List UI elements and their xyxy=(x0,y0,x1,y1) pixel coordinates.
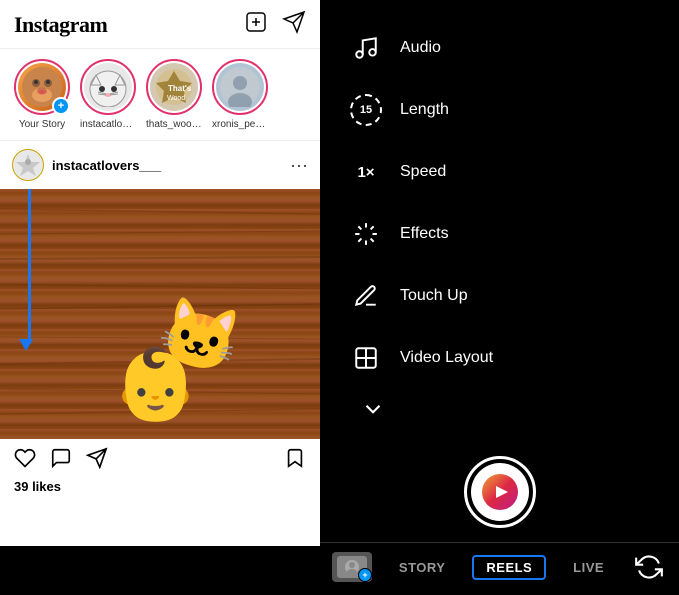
post-avatar xyxy=(12,149,44,181)
touchup-control[interactable]: Touch Up xyxy=(340,268,679,324)
top-bar: Instagram xyxy=(0,0,320,49)
share-button[interactable] xyxy=(86,447,108,475)
avatar xyxy=(216,63,264,111)
record-button[interactable] xyxy=(464,456,536,528)
speed-value: 1× xyxy=(357,164,374,181)
story-label: xronis_pegk_... xyxy=(212,119,268,130)
length-value: 15 xyxy=(350,94,382,126)
tab-story[interactable]: STORY xyxy=(391,556,454,579)
story-add-button[interactable]: + xyxy=(52,97,70,115)
reels-panel: Audio 15 Length 1× Speed Ef xyxy=(320,0,679,546)
length-icon: 15 xyxy=(348,92,384,128)
audio-label: Audio xyxy=(400,39,441,57)
like-button[interactable] xyxy=(14,447,36,475)
svg-text:Wood: Wood xyxy=(167,95,185,102)
length-control[interactable]: 15 Length xyxy=(340,82,679,138)
audio-control[interactable]: Audio xyxy=(340,20,679,76)
comment-button[interactable] xyxy=(50,447,72,475)
touchup-icon xyxy=(348,278,384,314)
avatar xyxy=(84,63,132,111)
effects-control[interactable]: Effects xyxy=(340,206,679,262)
likes-count: 39 likes xyxy=(0,479,320,494)
speed-icon: 1× xyxy=(348,154,384,190)
tab-story-label: STORY xyxy=(399,560,446,575)
reel-controls: Audio 15 Length 1× Speed Ef xyxy=(320,0,679,436)
instagram-logo: Instagram xyxy=(14,12,107,38)
story-label: thats_wood... xyxy=(146,119,202,130)
new-post-icon[interactable] xyxy=(244,10,268,40)
post-image: 🐱 👶 xyxy=(0,189,320,439)
tab-reels[interactable]: REELS xyxy=(472,555,546,580)
add-to-story-icon: + xyxy=(358,568,372,582)
story-ring xyxy=(212,59,268,115)
story-ring xyxy=(80,59,136,115)
story-label: instacatlovers... xyxy=(80,119,136,130)
story-ring: That's Wood xyxy=(146,59,202,115)
videolayout-icon xyxy=(348,340,384,376)
effects-icon xyxy=(348,216,384,252)
speed-label: Speed xyxy=(400,163,446,181)
videolayout-label: Video Layout xyxy=(400,349,493,367)
post-user-info: instacatlovers___ xyxy=(12,149,161,181)
story-item-your-story[interactable]: + Your Story xyxy=(14,59,70,130)
tab-live-label: LIVE xyxy=(573,560,604,575)
post-username: instacatlovers___ xyxy=(52,158,161,173)
story-item-xronis-pegk[interactable]: xronis_pegk_... xyxy=(212,59,268,130)
story-item-instacatlovers[interactable]: instacatlovers... xyxy=(80,59,136,130)
chevron-down-button[interactable] xyxy=(340,392,679,426)
blue-arrow-line xyxy=(28,189,31,344)
reels-icon xyxy=(482,474,518,510)
avatar: That's Wood xyxy=(150,63,198,111)
bookmark-button[interactable] xyxy=(284,447,306,475)
send-icon[interactable] xyxy=(282,10,306,40)
record-area xyxy=(320,436,679,542)
post-actions-left xyxy=(14,447,108,475)
camera-thumbnail[interactable]: + xyxy=(332,552,372,582)
post-more-button[interactable]: ··· xyxy=(290,155,308,176)
instagram-feed-panel: Instagram xyxy=(0,0,320,546)
bottom-tabs: + STORY REELS LIVE xyxy=(320,542,679,595)
record-button-inner xyxy=(471,463,529,521)
tab-reels-label: REELS xyxy=(486,560,532,575)
touchup-label: Touch Up xyxy=(400,287,468,305)
svg-text:That's: That's xyxy=(168,84,192,93)
effects-label: Effects xyxy=(400,225,449,243)
tab-live[interactable]: LIVE xyxy=(565,556,612,579)
post-actions xyxy=(0,439,320,479)
length-label: Length xyxy=(400,101,449,119)
post-header: instacatlovers___ ··· xyxy=(0,141,320,189)
top-bar-icons xyxy=(244,10,306,40)
speed-control[interactable]: 1× Speed xyxy=(340,144,679,200)
story-item-thats-wood[interactable]: That's Wood thats_wood... xyxy=(146,59,202,130)
story-label: Your Story xyxy=(19,119,65,130)
blue-arrow-head xyxy=(19,339,33,351)
flip-camera-button[interactable] xyxy=(631,549,667,585)
stories-row: + Your Story xyxy=(0,49,320,141)
music-icon xyxy=(348,30,384,66)
videolayout-control[interactable]: Video Layout xyxy=(340,330,679,386)
